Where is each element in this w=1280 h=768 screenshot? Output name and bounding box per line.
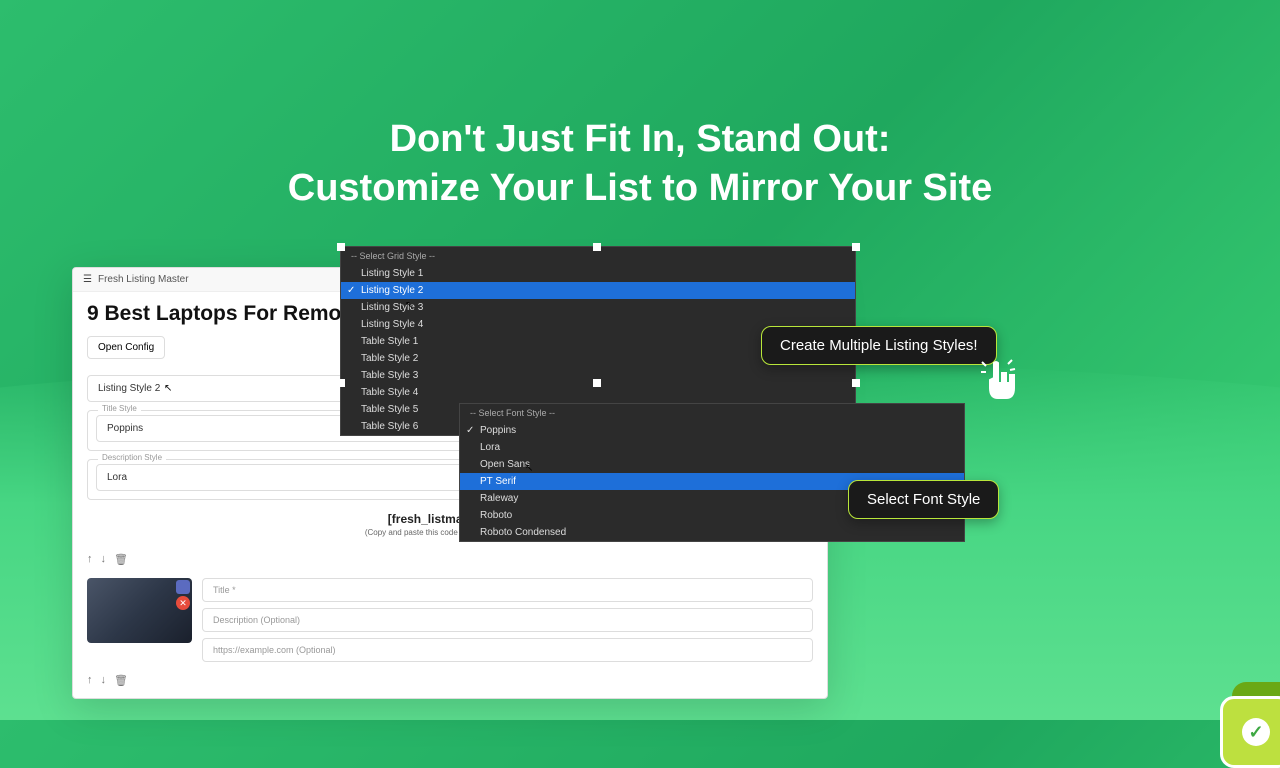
- dropdown-option[interactable]: Roboto Condensed: [460, 524, 964, 541]
- selection-handle[interactable]: [337, 243, 345, 251]
- app-name: Fresh Listing Master: [98, 274, 189, 285]
- move-up-icon[interactable]: ↑: [87, 553, 93, 566]
- selection-handle[interactable]: [593, 243, 601, 251]
- description-input[interactable]: Description (Optional): [202, 608, 813, 632]
- list-item: ✕ Title * Description (Optional) https:/…: [73, 570, 827, 670]
- headline: Don't Just Fit In, Stand Out: Customize …: [0, 115, 1280, 214]
- callout-font-style: Select Font Style: [848, 480, 999, 519]
- move-up-icon[interactable]: ↑: [87, 674, 93, 687]
- list-item: MacBook Pro 14-inch (2023): [73, 691, 827, 699]
- description-style-label: Description Style: [98, 453, 166, 462]
- title-style-label: Title Style: [98, 404, 141, 413]
- dropdown-option[interactable]: Listing Style 2: [341, 282, 855, 299]
- callout-listing-styles: Create Multiple Listing Styles!: [761, 326, 997, 365]
- delete-icon[interactable]: 🗑: [114, 553, 128, 566]
- selection-handle[interactable]: [852, 243, 860, 251]
- hamburger-icon[interactable]: ☰: [83, 274, 92, 285]
- cursor-icon: ↖: [405, 300, 413, 311]
- hand-cursor-icon: [978, 358, 1028, 418]
- selection-handle[interactable]: [337, 379, 345, 387]
- dropdown-option[interactable]: Lora: [460, 439, 964, 456]
- font-style-dropdown[interactable]: -- Select Font Style -- PoppinsLoraOpen …: [459, 403, 965, 542]
- selection-handle[interactable]: [852, 379, 860, 387]
- dropdown-option[interactable]: Poppins: [460, 422, 964, 439]
- title-input[interactable]: Title *: [202, 578, 813, 602]
- item-controls-1: ↑ ↓ 🗑: [73, 549, 827, 570]
- url-input[interactable]: https://example.com (Optional): [202, 638, 813, 662]
- dropdown-option[interactable]: Listing Style 3: [341, 299, 855, 316]
- move-down-icon[interactable]: ↓: [101, 553, 107, 566]
- headline-line1: Don't Just Fit In, Stand Out:: [0, 115, 1280, 164]
- headline-line2: Customize Your List to Mirror Your Site: [0, 164, 1280, 213]
- move-down-icon[interactable]: ↓: [101, 674, 107, 687]
- edit-image-icon[interactable]: [176, 580, 190, 594]
- item-controls-2: ↑ ↓ 🗑: [73, 670, 827, 691]
- dropdown-option[interactable]: Listing Style 1: [341, 265, 855, 282]
- dropdown-option[interactable]: Open Sans: [460, 456, 964, 473]
- delete-icon[interactable]: 🗑: [114, 674, 128, 687]
- open-config-button[interactable]: Open Config: [87, 336, 165, 359]
- item-thumbnail[interactable]: ✕: [87, 578, 192, 643]
- check-icon: ✓: [1242, 718, 1270, 746]
- remove-image-icon[interactable]: ✕: [176, 596, 190, 610]
- cursor-icon: ↖: [164, 383, 172, 394]
- cursor-icon: ↖: [525, 463, 533, 474]
- dropdown-header: -- Select Font Style --: [460, 404, 964, 422]
- selection-handle[interactable]: [593, 379, 601, 387]
